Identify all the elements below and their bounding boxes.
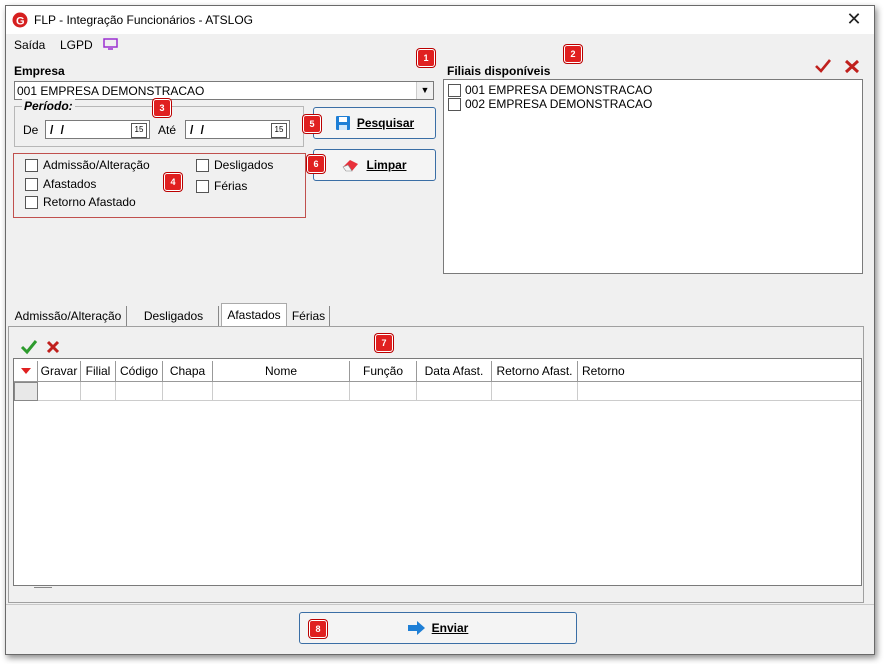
- empresa-label: Empresa: [14, 64, 65, 78]
- filter-retorno-label: Retorno Afastado: [43, 195, 136, 209]
- filter-desligados-label: Desligados: [214, 158, 274, 172]
- column-header[interactable]: Gravar: [38, 361, 81, 381]
- calendar-icon[interactable]: 15: [131, 123, 147, 138]
- afastados-table[interactable]: Gravar Filial Código Chapa Nome Função D…: [13, 358, 862, 586]
- badge-1: 1: [417, 49, 435, 67]
- svg-text:G: G: [16, 16, 25, 28]
- footer-divider: [6, 604, 874, 605]
- sort-indicator[interactable]: [14, 361, 38, 381]
- tab-afastados[interactable]: Afastados: [221, 303, 287, 326]
- badge-7: 7: [375, 334, 393, 352]
- table-cell[interactable]: [417, 382, 492, 401]
- column-header[interactable]: Função: [350, 361, 417, 381]
- table-cell[interactable]: [38, 382, 81, 401]
- row-indicator[interactable]: [14, 382, 38, 401]
- ate-date-value: / /: [190, 123, 207, 137]
- filiais-list[interactable]: 001 EMPRESA DEMONSTRACAO 002 EMPRESA DEM…: [443, 79, 863, 274]
- badge-6: 6: [307, 155, 325, 173]
- table-cell[interactable]: [350, 382, 417, 401]
- badge-8: 8: [309, 620, 327, 638]
- de-date-value: / /: [50, 123, 67, 137]
- badge-5: 5: [303, 115, 321, 133]
- column-header[interactable]: Retorno Afast.: [492, 361, 578, 381]
- column-header[interactable]: Retorno: [578, 361, 861, 381]
- filter-desligados[interactable]: Desligados: [196, 158, 273, 172]
- menu-saida[interactable]: Saída: [14, 38, 45, 52]
- uncheck-all-icon[interactable]: [844, 59, 860, 74]
- title-bar: G FLP - Integração Funcionários - ATSLOG…: [6, 6, 874, 34]
- eraser-icon: [343, 160, 359, 172]
- filter-retorno[interactable]: Retorno Afastado: [25, 195, 136, 209]
- filiais-label: Filiais disponíveis: [447, 64, 551, 78]
- de-date-input[interactable]: / / 15: [45, 120, 150, 139]
- tab-desligados[interactable]: Desligados: [129, 306, 219, 326]
- enviar-button[interactable]: Enviar: [299, 612, 577, 644]
- main-window: G FLP - Integração Funcionários - ATSLOG…: [5, 5, 875, 655]
- enviar-label: Enviar: [431, 621, 469, 635]
- tab-ferias[interactable]: Férias: [288, 306, 330, 326]
- sort-down-icon: [20, 368, 31, 374]
- badge-3: 3: [153, 99, 171, 117]
- filter-admissao-label: Admissão/Alteração: [43, 158, 150, 172]
- menu-bar: Saída LGPD: [6, 34, 874, 56]
- limpar-button[interactable]: Limpar: [313, 149, 436, 181]
- column-header[interactable]: Chapa: [163, 361, 213, 381]
- filter-ferias[interactable]: Férias: [196, 179, 247, 193]
- checkbox[interactable]: [196, 179, 209, 193]
- ate-date-input[interactable]: / / 15: [185, 120, 290, 139]
- de-label: De: [23, 123, 39, 137]
- checkbox[interactable]: [448, 83, 461, 97]
- checkbox[interactable]: [196, 158, 209, 172]
- column-header[interactable]: Data Afast.: [417, 361, 492, 381]
- checkbox[interactable]: [25, 158, 38, 172]
- close-icon[interactable]: ✕: [844, 9, 864, 30]
- uncheck-all-icon[interactable]: [46, 340, 60, 354]
- filial-label: 001 EMPRESA DEMONSTRACAO: [465, 83, 653, 97]
- pesquisar-label: Pesquisar: [356, 116, 415, 130]
- list-item[interactable]: 001 EMPRESA DEMONSTRACAO: [448, 83, 652, 97]
- filial-label: 002 EMPRESA DEMONSTRACAO: [465, 97, 653, 111]
- chevron-down-icon[interactable]: ▼: [416, 82, 433, 99]
- column-header[interactable]: Filial: [81, 361, 116, 381]
- table-cell[interactable]: [492, 382, 578, 401]
- table-cell[interactable]: [116, 382, 163, 401]
- badge-4: 4: [164, 173, 182, 191]
- filter-admissao[interactable]: Admissão/Alteração: [25, 158, 150, 172]
- filter-afastados-label: Afastados: [43, 177, 97, 191]
- app-logo-icon: G: [12, 12, 28, 28]
- table-cell[interactable]: [213, 382, 350, 401]
- window-title: FLP - Integração Funcionários - ATSLOG: [34, 13, 253, 27]
- check-all-icon[interactable]: [20, 339, 38, 355]
- empresa-value: 001 EMPRESA DEMONSTRACAO: [17, 84, 205, 98]
- periodo-legend: Período:: [22, 99, 75, 113]
- filter-ferias-label: Férias: [214, 179, 248, 193]
- scroll-dash: [34, 587, 52, 588]
- checkbox[interactable]: [25, 177, 38, 191]
- monitor-icon[interactable]: [103, 38, 118, 50]
- column-header[interactable]: Código: [116, 361, 163, 381]
- checkbox[interactable]: [448, 97, 461, 111]
- column-header[interactable]: Nome: [213, 361, 350, 381]
- calendar-icon[interactable]: 15: [271, 123, 287, 138]
- save-disk-icon: [335, 116, 350, 130]
- arrow-right-icon: [407, 621, 425, 635]
- checkbox[interactable]: [25, 195, 38, 209]
- table-cell[interactable]: [163, 382, 213, 401]
- check-all-icon[interactable]: [814, 58, 832, 74]
- empresa-select[interactable]: 001 EMPRESA DEMONSTRACAO ▼: [14, 81, 434, 100]
- tab-admissao[interactable]: Admissão/Alteração: [10, 306, 127, 326]
- menu-lgpd[interactable]: LGPD: [60, 38, 93, 52]
- pesquisar-button[interactable]: Pesquisar: [313, 107, 436, 139]
- table-cell[interactable]: [578, 382, 861, 401]
- table-header: Gravar Filial Código Chapa Nome Função D…: [14, 361, 861, 382]
- ate-label: Até: [158, 123, 177, 137]
- limpar-label: Limpar: [366, 158, 407, 172]
- list-item[interactable]: 002 EMPRESA DEMONSTRACAO: [448, 97, 652, 111]
- table-cell[interactable]: [81, 382, 116, 401]
- filter-afastados[interactable]: Afastados: [25, 177, 96, 191]
- badge-2: 2: [564, 45, 582, 63]
